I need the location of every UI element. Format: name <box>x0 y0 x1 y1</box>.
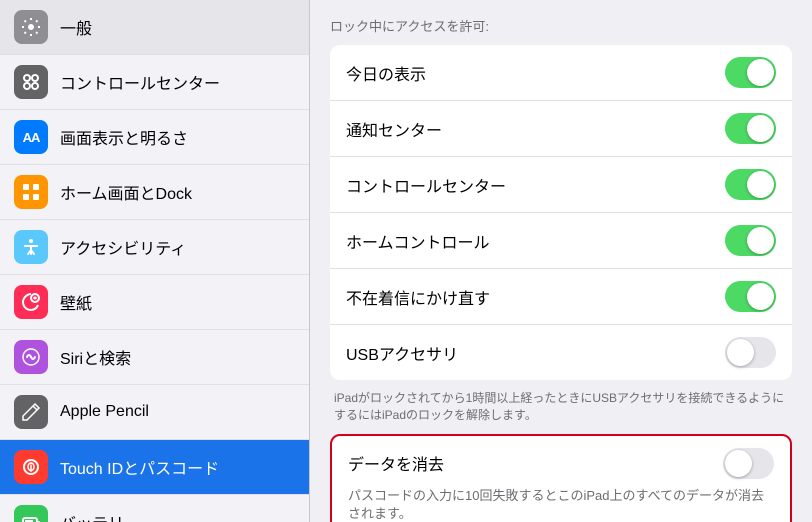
row-usb: USBアクセサリ <box>330 325 792 380</box>
accessibility-icon <box>14 230 48 264</box>
row-control-center: コントロールセンター <box>330 157 792 213</box>
sidebar-item-touch-id[interactable]: Touch IDとパスコード <box>0 440 309 495</box>
battery-icon <box>14 505 48 522</box>
row-notification: 通知センター <box>330 101 792 157</box>
sidebar-item-apple-pencil[interactable]: Apple Pencil <box>0 385 309 440</box>
missed-calls-toggle-knob <box>747 283 774 310</box>
today-toggle[interactable] <box>725 57 776 88</box>
section-title: ロック中にアクセスを許可: <box>330 16 792 35</box>
general-label: 一般 <box>60 15 92 39</box>
home-control-toggle-knob <box>747 227 774 254</box>
main-content: ロック中にアクセスを許可: 今日の表示通知センターコントロールセンターホームコン… <box>310 0 812 522</box>
sidebar-item-siri[interactable]: Siriと検索 <box>0 330 309 385</box>
lock-access-card: 今日の表示通知センターコントロールセンターホームコントロール不在着信にかけ直す U… <box>330 45 792 380</box>
erase-title: データを消去 <box>348 451 444 475</box>
sidebar-item-home-screen[interactable]: ホーム画面とDock <box>0 165 309 220</box>
apple-pencil-label: Apple Pencil <box>60 403 149 421</box>
sidebar-item-display[interactable]: AA 画面表示と明るさ <box>0 110 309 165</box>
missed-calls-label: 不在着信にかけ直す <box>346 285 490 309</box>
usb-description: iPadがロックされてから1時間以上経ったときにUSBアクセサリを接続できるよう… <box>334 390 788 424</box>
missed-calls-toggle[interactable] <box>725 281 776 312</box>
wallpaper-icon <box>14 285 48 319</box>
general-icon <box>14 10 48 44</box>
battery-label: バッテリー <box>60 510 140 522</box>
control-center-icon <box>14 65 48 99</box>
control-center-label: コントロールセンター <box>346 173 506 197</box>
notification-toggle-knob <box>747 115 774 142</box>
notification-label: 通知センター <box>346 117 442 141</box>
sidebar: 一般コントロールセンター AA 画面表示と明るさホーム画面とDock アクセシビリティ… <box>0 0 310 522</box>
display-label: 画面表示と明るさ <box>60 125 188 149</box>
home-control-label: ホームコントロール <box>346 229 490 253</box>
accessibility-label: アクセシビリティ <box>60 235 186 259</box>
apple-pencil-icon <box>14 395 48 429</box>
display-icon: AA <box>14 120 48 154</box>
notification-toggle[interactable] <box>725 113 776 144</box>
erase-toggle[interactable] <box>723 448 774 479</box>
siri-icon <box>14 340 48 374</box>
sidebar-item-control-center[interactable]: コントロールセンター <box>0 55 309 110</box>
usb-toggle[interactable] <box>725 337 776 368</box>
touch-id-icon <box>14 450 48 484</box>
control-center-toggle-knob <box>747 171 774 198</box>
row-today: 今日の表示 <box>330 45 792 101</box>
home-screen-label: ホーム画面とDock <box>60 180 192 204</box>
erase-toggle-knob <box>725 450 752 477</box>
home-screen-icon <box>14 175 48 209</box>
sidebar-item-battery[interactable]: バッテリー <box>0 495 309 522</box>
wallpaper-label: 壁紙 <box>60 290 92 314</box>
touch-id-label: Touch IDとパスコード <box>60 455 219 479</box>
erase-section: データを消去 パスコードの入力に10回失敗するとこのiPad上のすべてのデータが… <box>330 434 792 522</box>
home-control-toggle[interactable] <box>725 225 776 256</box>
row-missed-calls: 不在着信にかけ直す <box>330 269 792 325</box>
sidebar-item-general[interactable]: 一般 <box>0 0 309 55</box>
sidebar-item-wallpaper[interactable]: 壁紙 <box>0 275 309 330</box>
sidebar-item-accessibility[interactable]: アクセシビリティ <box>0 220 309 275</box>
today-label: 今日の表示 <box>346 61 426 85</box>
siri-label: Siriと検索 <box>60 345 131 369</box>
usb-label: USBアクセサリ <box>346 341 458 365</box>
erase-description: パスコードの入力に10回失敗するとこのiPad上のすべてのデータが消去されます。 <box>348 487 774 522</box>
today-toggle-knob <box>747 59 774 86</box>
control-center-label: コントロールセンター <box>60 70 220 94</box>
control-center-toggle[interactable] <box>725 169 776 200</box>
erase-row: データを消去 <box>348 448 774 479</box>
usb-toggle-knob <box>727 339 754 366</box>
row-home-control: ホームコントロール <box>330 213 792 269</box>
